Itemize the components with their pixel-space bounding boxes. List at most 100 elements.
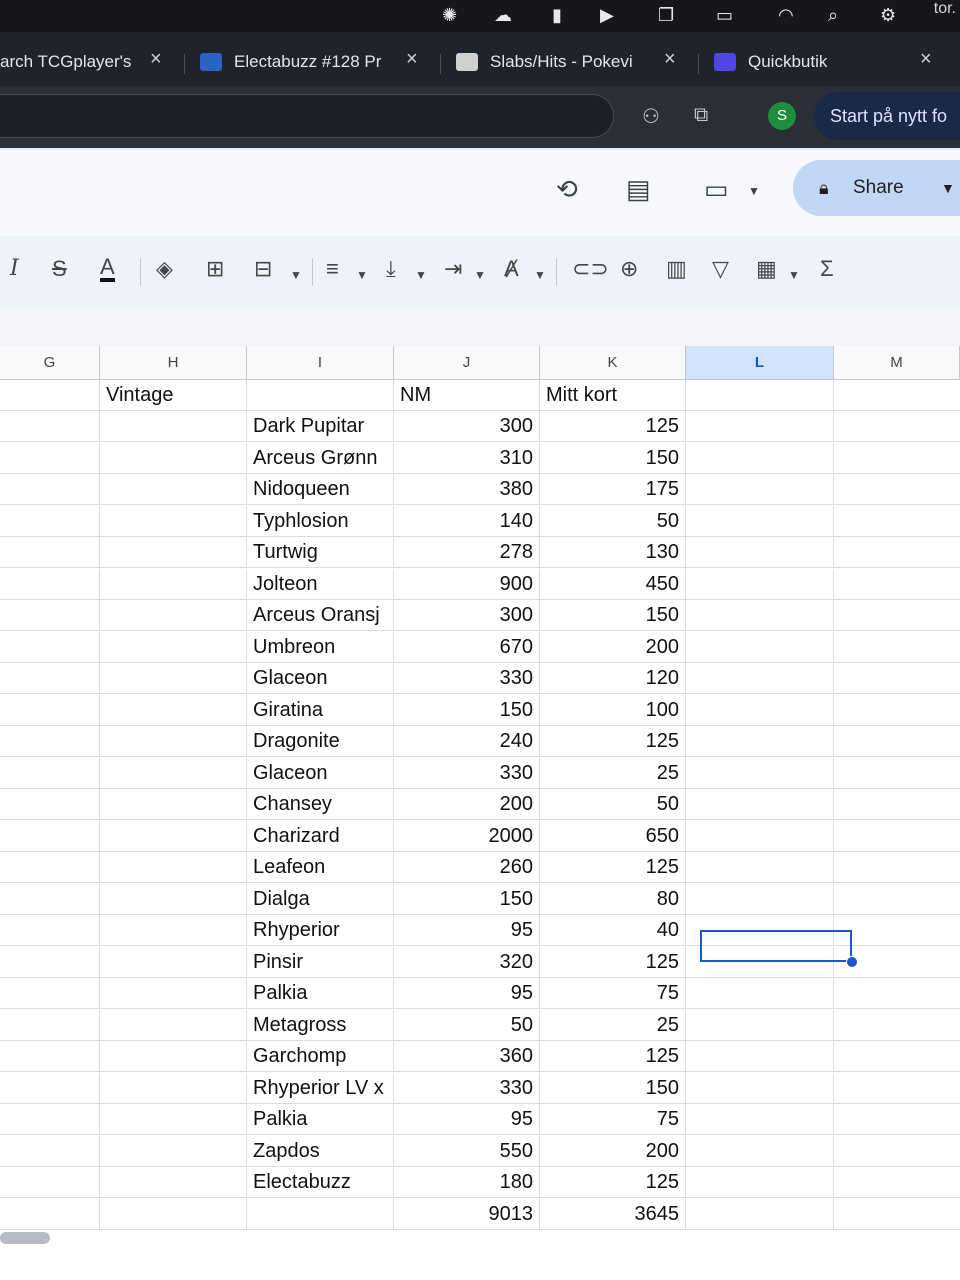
card-name-cell[interactable]: Rhyperior LV x	[247, 1072, 394, 1104]
card-nm-cell[interactable]: 330	[394, 1072, 540, 1104]
card-nm-cell[interactable]: 180	[394, 1167, 540, 1198]
empty-cell[interactable]	[100, 663, 247, 694]
card-mitt-cell[interactable]: 25	[540, 1009, 686, 1041]
empty-cell[interactable]	[0, 1104, 100, 1135]
card-name-cell[interactable]: Glaceon	[247, 663, 394, 694]
card-nm-cell[interactable]: 330	[394, 663, 540, 694]
empty-cell[interactable]	[0, 505, 100, 537]
empty-cell[interactable]	[100, 568, 247, 600]
card-nm-cell[interactable]: 670	[394, 631, 540, 663]
creative-cloud-icon[interactable]: ☁	[494, 4, 512, 26]
chevron-down-icon[interactable]: ▼	[748, 184, 760, 198]
empty-cell[interactable]	[0, 915, 100, 946]
chevron-down-icon[interactable]: ▼	[415, 262, 427, 288]
card-mitt-cell[interactable]: 80	[540, 883, 686, 915]
window-icon[interactable]: ❐	[658, 4, 674, 26]
empty-cell[interactable]	[686, 820, 834, 852]
column-header-i[interactable]: I	[247, 346, 394, 380]
card-mitt-cell[interactable]: 130	[540, 537, 686, 568]
play-icon[interactable]: ▶	[600, 4, 614, 26]
card-nm-cell[interactable]: 200	[394, 789, 540, 820]
empty-cell[interactable]	[100, 600, 247, 631]
card-name-cell[interactable]: Typhlosion	[247, 505, 394, 537]
close-icon[interactable]: ×	[664, 48, 676, 71]
empty-cell[interactable]	[100, 1104, 247, 1135]
address-bar[interactable]	[0, 94, 614, 138]
empty-cell[interactable]	[100, 694, 247, 726]
empty-cell[interactable]	[0, 474, 100, 505]
cell-mitt-kort-header[interactable]: Mitt kort	[540, 380, 686, 411]
empty-cell[interactable]	[0, 852, 100, 883]
card-nm-cell[interactable]: 150	[394, 883, 540, 915]
card-mitt-cell[interactable]: 200	[540, 631, 686, 663]
text-color-icon[interactable]: A	[100, 256, 115, 282]
spreadsheet-grid[interactable]: G H I J K L M Vintage NM Mitt kort Dark …	[0, 346, 960, 1280]
empty-cell[interactable]	[100, 726, 247, 757]
chevron-down-icon[interactable]: ▼	[534, 262, 546, 288]
card-name-cell[interactable]: Dragonite	[247, 726, 394, 757]
empty-cell[interactable]	[686, 978, 834, 1009]
empty-cell[interactable]	[0, 1072, 100, 1104]
chevron-down-icon[interactable]: ▼	[474, 262, 486, 288]
horizontal-align-icon[interactable]: ≡	[326, 256, 339, 282]
card-nm-cell[interactable]: 310	[394, 442, 540, 474]
empty-cell[interactable]	[0, 694, 100, 726]
close-icon[interactable]: ×	[150, 48, 162, 71]
card-nm-cell[interactable]: 50	[394, 1009, 540, 1041]
card-mitt-cell[interactable]: 75	[540, 1104, 686, 1135]
empty-cell[interactable]	[686, 505, 834, 537]
empty-cell[interactable]	[100, 474, 247, 505]
card-name-cell[interactable]: Arceus Grønn	[247, 442, 394, 474]
close-icon[interactable]: ×	[920, 48, 932, 71]
empty-cell[interactable]	[0, 946, 100, 978]
empty-cell[interactable]	[0, 1009, 100, 1041]
fill-color-icon[interactable]: ◈	[156, 256, 173, 282]
empty-cell[interactable]	[100, 442, 247, 474]
empty-cell[interactable]	[100, 1072, 247, 1104]
card-mitt-cell[interactable]: 650	[540, 820, 686, 852]
empty-cell[interactable]	[100, 631, 247, 663]
empty-cell[interactable]	[100, 757, 247, 789]
card-name-cell[interactable]: Leafeon	[247, 852, 394, 883]
empty-cell[interactable]	[686, 789, 834, 820]
card-name-cell[interactable]: Charizard	[247, 820, 394, 852]
filter-views-icon[interactable]: ▦	[756, 256, 777, 282]
tab-electabuzz[interactable]: Electabuzz #128 Pr ×	[200, 44, 418, 80]
card-mitt-cell[interactable]: 120	[540, 663, 686, 694]
card-mitt-cell[interactable]: 200	[540, 1135, 686, 1167]
empty-cell[interactable]	[100, 978, 247, 1009]
card-name-cell[interactable]: Palkia	[247, 1104, 394, 1135]
empty-cell[interactable]	[0, 600, 100, 631]
empty-cell[interactable]	[0, 1167, 100, 1198]
empty-cell[interactable]	[686, 1072, 834, 1104]
card-name-cell[interactable]: Palkia	[247, 978, 394, 1009]
empty-cell[interactable]	[686, 1135, 834, 1167]
empty-cell[interactable]	[686, 442, 834, 474]
empty-cell[interactable]	[0, 978, 100, 1009]
card-mitt-cell[interactable]: 50	[540, 789, 686, 820]
column-header-k[interactable]: K	[540, 346, 686, 380]
card-nm-cell[interactable]: 150	[394, 694, 540, 726]
italic-icon[interactable]: I	[10, 256, 19, 282]
card-name-cell[interactable]: Zapdos	[247, 1135, 394, 1167]
empty-cell[interactable]	[686, 694, 834, 726]
card-nm-cell[interactable]: 320	[394, 946, 540, 978]
restart-update-button[interactable]: Start på nytt fo	[814, 92, 960, 140]
incognito-icon[interactable]: ⚇	[642, 104, 660, 129]
card-name-cell[interactable]: Jolteon	[247, 568, 394, 600]
empty-cell[interactable]	[0, 726, 100, 757]
empty-cell[interactable]	[686, 1104, 834, 1135]
card-name-cell[interactable]: Turtwig	[247, 537, 394, 568]
card-mitt-cell[interactable]: 175	[540, 474, 686, 505]
empty-cell[interactable]	[686, 757, 834, 789]
empty-cell[interactable]	[686, 883, 834, 915]
empty-cell[interactable]	[100, 789, 247, 820]
empty-cell[interactable]	[686, 1167, 834, 1198]
empty-cell[interactable]	[686, 600, 834, 631]
empty-cell[interactable]	[100, 505, 247, 537]
empty-cell[interactable]	[0, 789, 100, 820]
empty-cell[interactable]	[100, 537, 247, 568]
comments-icon[interactable]: ▤	[626, 174, 651, 205]
card-name-cell[interactable]: Metagross	[247, 1009, 394, 1041]
card-nm-cell[interactable]: 95	[394, 1104, 540, 1135]
